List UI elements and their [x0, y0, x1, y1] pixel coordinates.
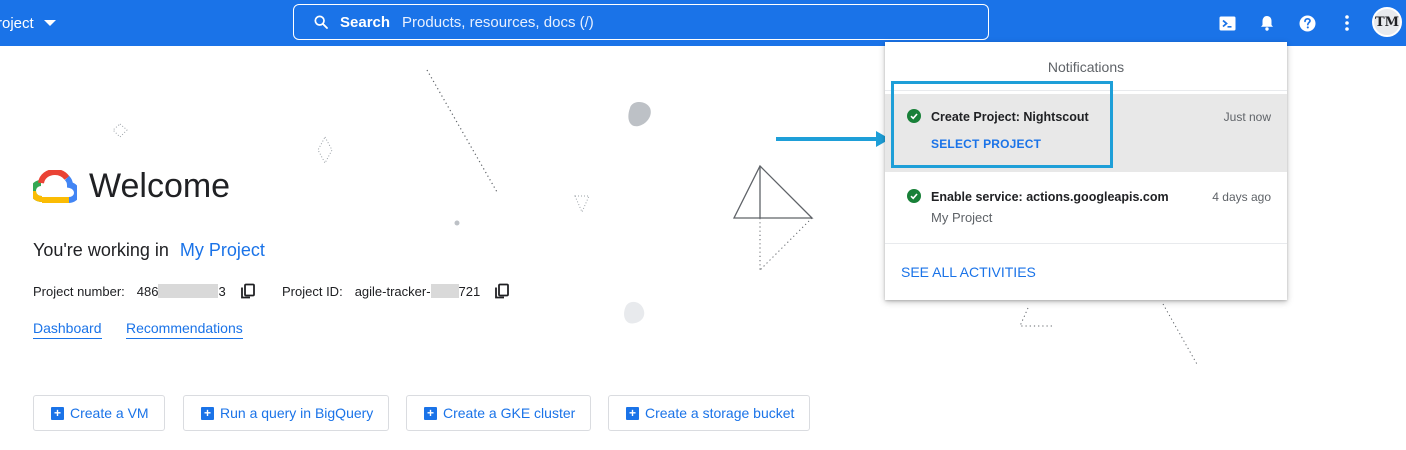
- gke-cluster-button[interactable]: + Create a GKE cluster: [406, 395, 592, 431]
- button-label: Create a storage bucket: [645, 405, 795, 421]
- welcome-title: Welcome: [89, 167, 231, 205]
- add-box-icon: +: [51, 406, 64, 420]
- project-picker-label: roject: [0, 14, 34, 32]
- search-label: Search: [340, 13, 391, 31]
- notification-item[interactable]: Create Project: Nightscout Just now SELE…: [885, 94, 1287, 172]
- project-id-suffix: 721: [458, 283, 481, 299]
- check-circle-icon: [907, 109, 921, 123]
- project-id-label: Project ID:: [282, 283, 343, 299]
- project-number-label: Project number:: [33, 283, 125, 299]
- notification-title: Enable service: actions.googleapis.com: [931, 190, 1169, 204]
- project-id: Project ID: agile-tracker- 721: [282, 283, 510, 299]
- more-vert-icon[interactable]: [1335, 11, 1359, 35]
- notifications-title: Notifications: [1047, 59, 1125, 75]
- working-in-line: You're working in My Project: [33, 240, 265, 261]
- notification-title: Create Project: Nightscout: [931, 110, 1089, 124]
- create-vm-button[interactable]: + Create a VM: [33, 395, 165, 431]
- recommendations-link[interactable]: Recommendations: [126, 320, 243, 339]
- avatar[interactable]: TM: [1372, 7, 1402, 37]
- notification-item[interactable]: Enable service: actions.googleapis.com 4…: [885, 174, 1287, 244]
- avatar-initials: TM: [1374, 14, 1400, 30]
- project-id-prefix: agile-tracker-: [354, 283, 431, 299]
- bell-icon[interactable]: [1255, 11, 1279, 35]
- project-number-prefix: 486: [136, 283, 159, 299]
- notification-time: 4 days ago: [1212, 190, 1271, 204]
- button-label: Create a GKE cluster: [443, 405, 576, 421]
- help-icon[interactable]: [1295, 11, 1319, 35]
- divider: [885, 243, 1287, 244]
- chevron-down-icon: [43, 20, 56, 26]
- copy-icon[interactable]: [494, 283, 510, 299]
- redaction: [158, 284, 219, 298]
- see-all-activities-link[interactable]: SEE ALL ACTIVITIES: [901, 264, 1036, 280]
- search-placeholder: Products, resources, docs (/): [402, 13, 594, 31]
- divider: [885, 90, 1287, 91]
- add-box-icon: +: [626, 406, 639, 420]
- bigquery-button[interactable]: + Run a query in BigQuery: [183, 395, 390, 431]
- button-label: Create a VM: [70, 405, 149, 421]
- redaction: [430, 284, 459, 298]
- button-label: Run a query in BigQuery: [220, 405, 374, 421]
- select-project-button[interactable]: SELECT PROJECT: [931, 137, 1041, 151]
- notification-subtitle: My Project: [931, 210, 993, 225]
- search-bar[interactable]: Search Products, resources, docs (/): [293, 4, 989, 40]
- storage-bucket-button[interactable]: + Create a storage bucket: [608, 395, 811, 431]
- top-app-bar: roject Search Products, resources, docs …: [0, 0, 1406, 46]
- project-number-suffix: 3: [218, 283, 226, 299]
- google-cloud-logo: [33, 170, 77, 203]
- add-box-icon: +: [201, 406, 214, 420]
- check-circle-icon: [907, 189, 921, 203]
- add-box-icon: +: [424, 406, 437, 420]
- notifications-panel: Notifications Create Project: Nightscout…: [885, 42, 1287, 300]
- cloud-shell-icon[interactable]: [1215, 11, 1239, 35]
- project-picker[interactable]: roject: [0, 0, 56, 46]
- notification-time: Just now: [1223, 110, 1271, 124]
- arrow-right-icon: [776, 131, 890, 147]
- project-name-link[interactable]: My Project: [180, 240, 265, 260]
- dashboard-link[interactable]: Dashboard: [33, 320, 102, 339]
- copy-icon[interactable]: [240, 283, 256, 299]
- project-number: Project number: 486 3: [33, 283, 256, 299]
- search-icon: [314, 15, 328, 29]
- working-in-label: You're working in: [33, 240, 169, 260]
